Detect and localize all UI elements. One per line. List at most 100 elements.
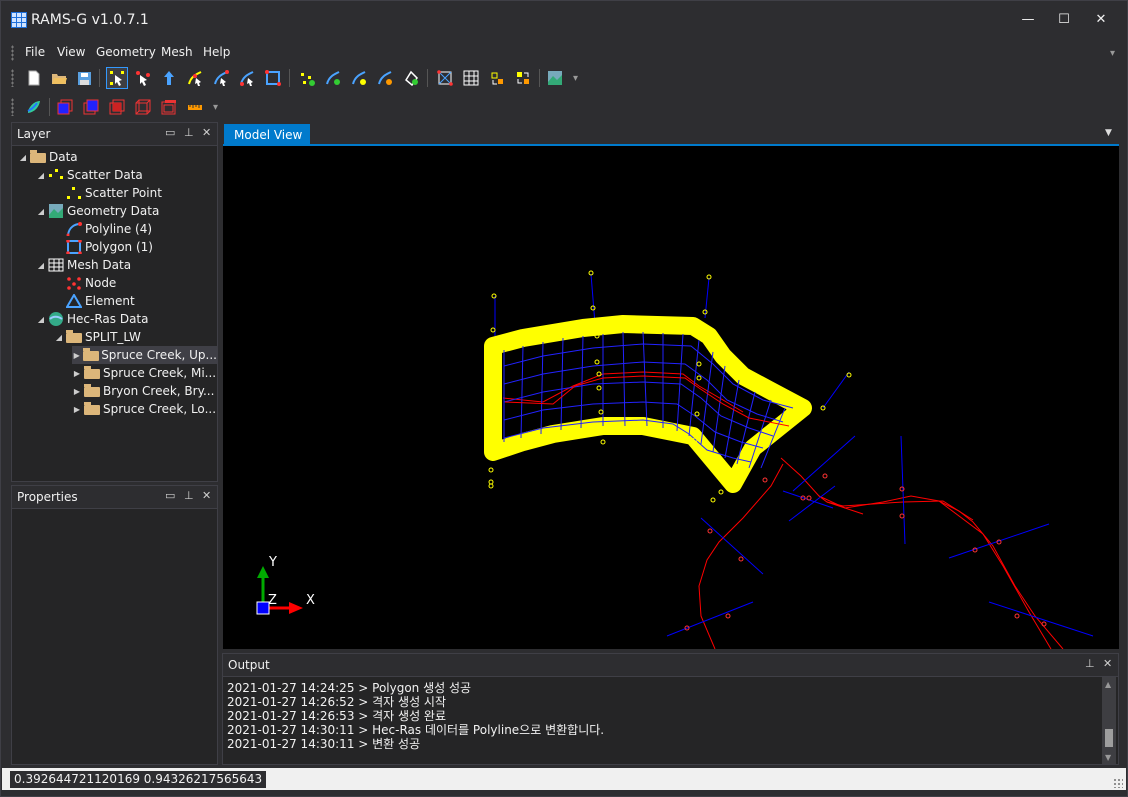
menu-overflow-icon[interactable]: ▾ [1110,48,1115,59]
collapse-arrow-icon[interactable]: ▶ [72,351,81,360]
toolbar-main: ▾ [21,67,591,93]
scroll-down-icon[interactable]: ▼ [1105,753,1111,762]
layer-cube-5-icon[interactable] [158,96,180,118]
close-panel-icon[interactable]: ✕ [202,489,211,502]
toolbar1-grip-icon[interactable] [11,69,14,87]
tree-item-label: Polygon (1) [85,240,153,254]
new-file-icon[interactable] [23,67,45,89]
output-log[interactable]: 2021-01-27 14:24:25 > Polygon 생성 성공 2021… [223,676,1118,764]
tree-item-scatter-data[interactable]: ◢ Scatter Data [36,166,143,184]
tree-item-scatter-point[interactable]: Scatter Point [64,184,162,202]
tree-item-bryon-creek[interactable]: ▶ Bryon Creek, Bry... [72,382,214,400]
collapse-arrow-icon[interactable]: ▶ [72,369,82,378]
maximize-panel-icon[interactable]: ▭ [165,489,175,502]
tree-item-node[interactable]: Node [64,274,116,292]
generate-mesh-icon[interactable] [434,67,456,89]
select-node-icon[interactable] [132,67,154,89]
edit-polyline-icon[interactable] [210,67,232,89]
menu-file[interactable]: File [25,45,45,59]
properties-panel-header: Properties ▭ ⊥ ✕ [12,486,217,508]
expand-arrow-icon[interactable]: ◢ [36,207,46,216]
collapse-arrow-icon[interactable]: ▶ [72,387,82,396]
delete-vertex-icon[interactable] [236,67,258,89]
axis-x-label: X [306,593,315,608]
output-panel: Output ⊥ ✕ 2021-01-27 14:24:25 > Polygon… [222,653,1119,765]
menu-help[interactable]: Help [203,45,230,59]
tree-item-hec-ras-data[interactable]: ◢ Hec-Ras Data [36,310,148,328]
menu-mesh[interactable]: Mesh [161,45,193,59]
tree-item-spruce-creek-mi[interactable]: ▶ Spruce Creek, Mi... [72,364,216,382]
close-button[interactable]: ✕ [1086,9,1116,31]
geometry-data-icon [48,204,64,218]
maximize-panel-icon[interactable]: ▭ [165,126,175,139]
expand-arrow-icon[interactable]: ◢ [36,261,46,270]
select-icon[interactable] [106,67,128,89]
layer-cube-3-icon[interactable] [106,96,128,118]
tree-item-spruce-creek-up[interactable]: ▶ Spruce Creek, Up... [72,346,217,364]
close-panel-icon[interactable]: ✕ [202,126,211,139]
pin-icon[interactable]: ⊥ [184,126,194,139]
expand-arrow-icon[interactable]: ◢ [36,171,46,180]
open-folder-icon[interactable] [48,67,70,89]
expand-arrow-icon[interactable]: ◢ [54,333,64,342]
move-node-icon[interactable] [158,67,180,89]
properties-panel-title: Properties [17,490,78,504]
expand-arrow-icon[interactable]: ◢ [18,153,28,162]
toolbar2-overflow-icon[interactable]: ▾ [213,102,218,113]
layer-panel-header: Layer ▭ ⊥ ✕ [12,123,217,145]
tree-item-label: Node [85,276,117,290]
tree-item-mesh-data[interactable]: ◢ Mesh Data [36,256,131,274]
layer-cube-4-icon[interactable] [132,96,154,118]
document-list-dropdown-icon[interactable]: ▼ [1105,128,1112,138]
polyline-delete-icon[interactable] [400,67,422,89]
pin-icon[interactable]: ⊥ [184,489,194,502]
polyline-add-icon[interactable] [322,67,344,89]
maximize-button[interactable]: ☐ [1049,9,1079,31]
display-options-icon[interactable] [544,67,566,89]
tree-item-element[interactable]: Element [64,292,135,310]
model-canvas[interactable]: Y Z X [223,146,1119,649]
mesh-grid-icon[interactable] [460,67,482,89]
tab-model-view[interactable]: Model View [224,124,310,146]
measure-ruler-icon[interactable] [184,96,206,118]
hec-ras-import-icon[interactable] [23,96,45,118]
resize-grip-icon[interactable] [1113,778,1123,788]
output-scrollbar[interactable]: ▲ ▼ [1102,677,1116,764]
toolbar-separator [289,69,290,87]
tree-item-polygon[interactable]: Polygon (1) [64,238,153,256]
mesh-export-icon[interactable] [512,67,534,89]
tree-item-spruce-creek-lo[interactable]: ▶ Spruce Creek, Lo... [72,400,216,418]
tree-item-geometry-data[interactable]: ◢ Geometry Data [36,202,159,220]
polyline-split-icon[interactable] [348,67,370,89]
close-panel-icon[interactable]: ✕ [1103,657,1112,670]
scatter-point-icon[interactable] [296,67,318,89]
model-viewport[interactable]: Y Z X [223,146,1119,649]
tree-item-split-lw[interactable]: ◢ SPLIT_LW [54,328,141,346]
pin-icon[interactable]: ⊥ [1085,657,1095,670]
minimize-button[interactable]: — [1013,9,1043,31]
tree-item-label: Mesh Data [67,258,132,272]
tree-item-polyline[interactable]: Polyline (4) [64,220,152,238]
scroll-up-icon[interactable]: ▲ [1105,680,1111,689]
menu-geometry[interactable]: Geometry [96,45,156,59]
tree-item-label: Spruce Creek, Lo... [103,402,217,416]
add-vertex-icon[interactable] [184,67,206,89]
tree-item-label: SPLIT_LW [85,330,141,344]
collapse-arrow-icon[interactable]: ▶ [72,405,82,414]
layer-cube-2-icon[interactable] [80,96,102,118]
mesh-refine-icon[interactable] [486,67,508,89]
polyline-merge-icon[interactable] [374,67,396,89]
menu-view[interactable]: View [57,45,85,59]
toolbar2-grip-icon[interactable] [11,98,14,116]
toolbar-separator [49,98,50,116]
title-bar[interactable]: RAMS-G v1.0.7.1 — ☐ ✕ [1,1,1127,39]
toolbar1-overflow-icon[interactable]: ▾ [573,73,578,84]
folder-icon [83,348,100,362]
expand-arrow-icon[interactable]: ◢ [36,315,46,324]
menu-grip-icon[interactable] [11,45,14,61]
polygon-select-icon[interactable] [262,67,284,89]
scroll-thumb[interactable] [1105,729,1113,747]
save-icon[interactable] [73,67,95,89]
tree-item-data[interactable]: ◢ Data [18,148,78,166]
layer-cube-1-icon[interactable] [54,96,76,118]
